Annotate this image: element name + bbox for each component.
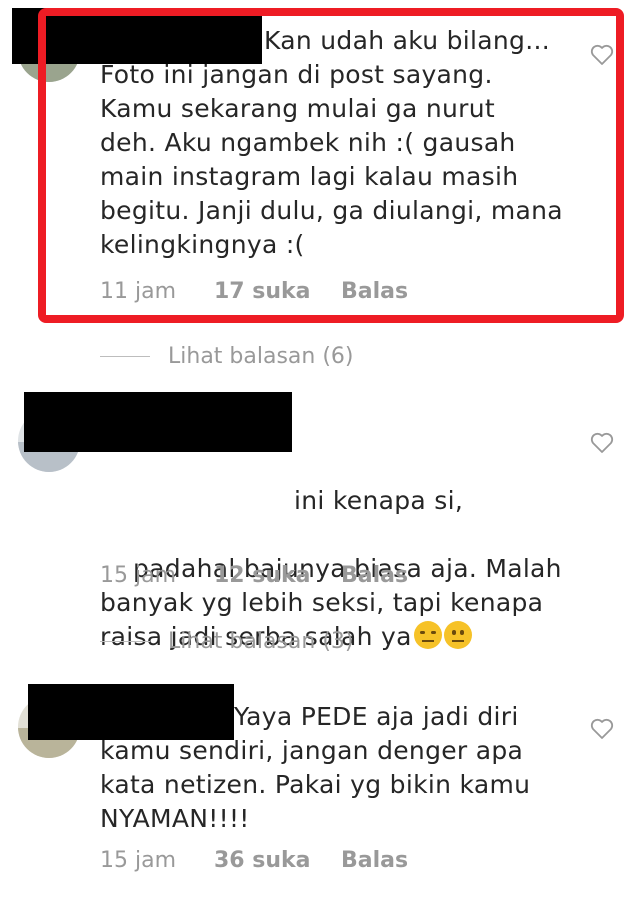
comment-time: 15 jam xyxy=(100,563,177,588)
comment-time: 11 jam xyxy=(100,279,177,304)
heart-icon[interactable] xyxy=(590,44,614,66)
reply-button[interactable]: Balas xyxy=(341,563,408,588)
comment-text: Yaya PEDE aja jadi diri kamu sendiri, ja… xyxy=(100,702,531,833)
comment-3: Yaya PEDE aja jadi diri kamu sendiri, ja… xyxy=(0,676,640,896)
comment-meta: 15 jam 36 suka Balas xyxy=(100,848,408,873)
view-replies-label: Lihat balasan (6) xyxy=(168,344,354,369)
view-replies-link[interactable]: Lihat balasan (6) xyxy=(100,344,354,369)
divider-line xyxy=(100,641,150,642)
expressionless-face-emoji xyxy=(413,621,442,649)
view-replies-link[interactable]: Lihat balasan (3) xyxy=(100,629,354,654)
heart-icon[interactable] xyxy=(590,718,614,740)
heart-icon[interactable] xyxy=(590,432,614,454)
comment-text-line1: ini kenapa si, xyxy=(294,486,464,515)
comment-meta: 15 jam 12 suka Balas xyxy=(100,563,408,588)
likes-count[interactable]: 17 suka xyxy=(214,279,341,304)
divider-line xyxy=(100,356,150,357)
neutral-face-emoji xyxy=(443,621,472,649)
view-replies-label: Lihat balasan (3) xyxy=(168,629,354,654)
likes-count[interactable]: 12 suka xyxy=(214,563,341,588)
comment-meta: 11 jam 17 suka Balas xyxy=(100,279,408,304)
comment-1: Kan udah aku bilang... Foto ini jangan d… xyxy=(0,0,640,330)
likes-count[interactable]: 36 suka xyxy=(214,848,341,873)
reply-button[interactable]: Balas xyxy=(341,279,408,304)
reply-button[interactable]: Balas xyxy=(341,848,408,873)
comment-time: 15 jam xyxy=(100,848,177,873)
comment-text: Kan udah aku bilang... Foto ini jangan d… xyxy=(100,26,563,259)
comment-2: ini kenapa si, padahal bajunya biasa aja… xyxy=(0,388,640,651)
